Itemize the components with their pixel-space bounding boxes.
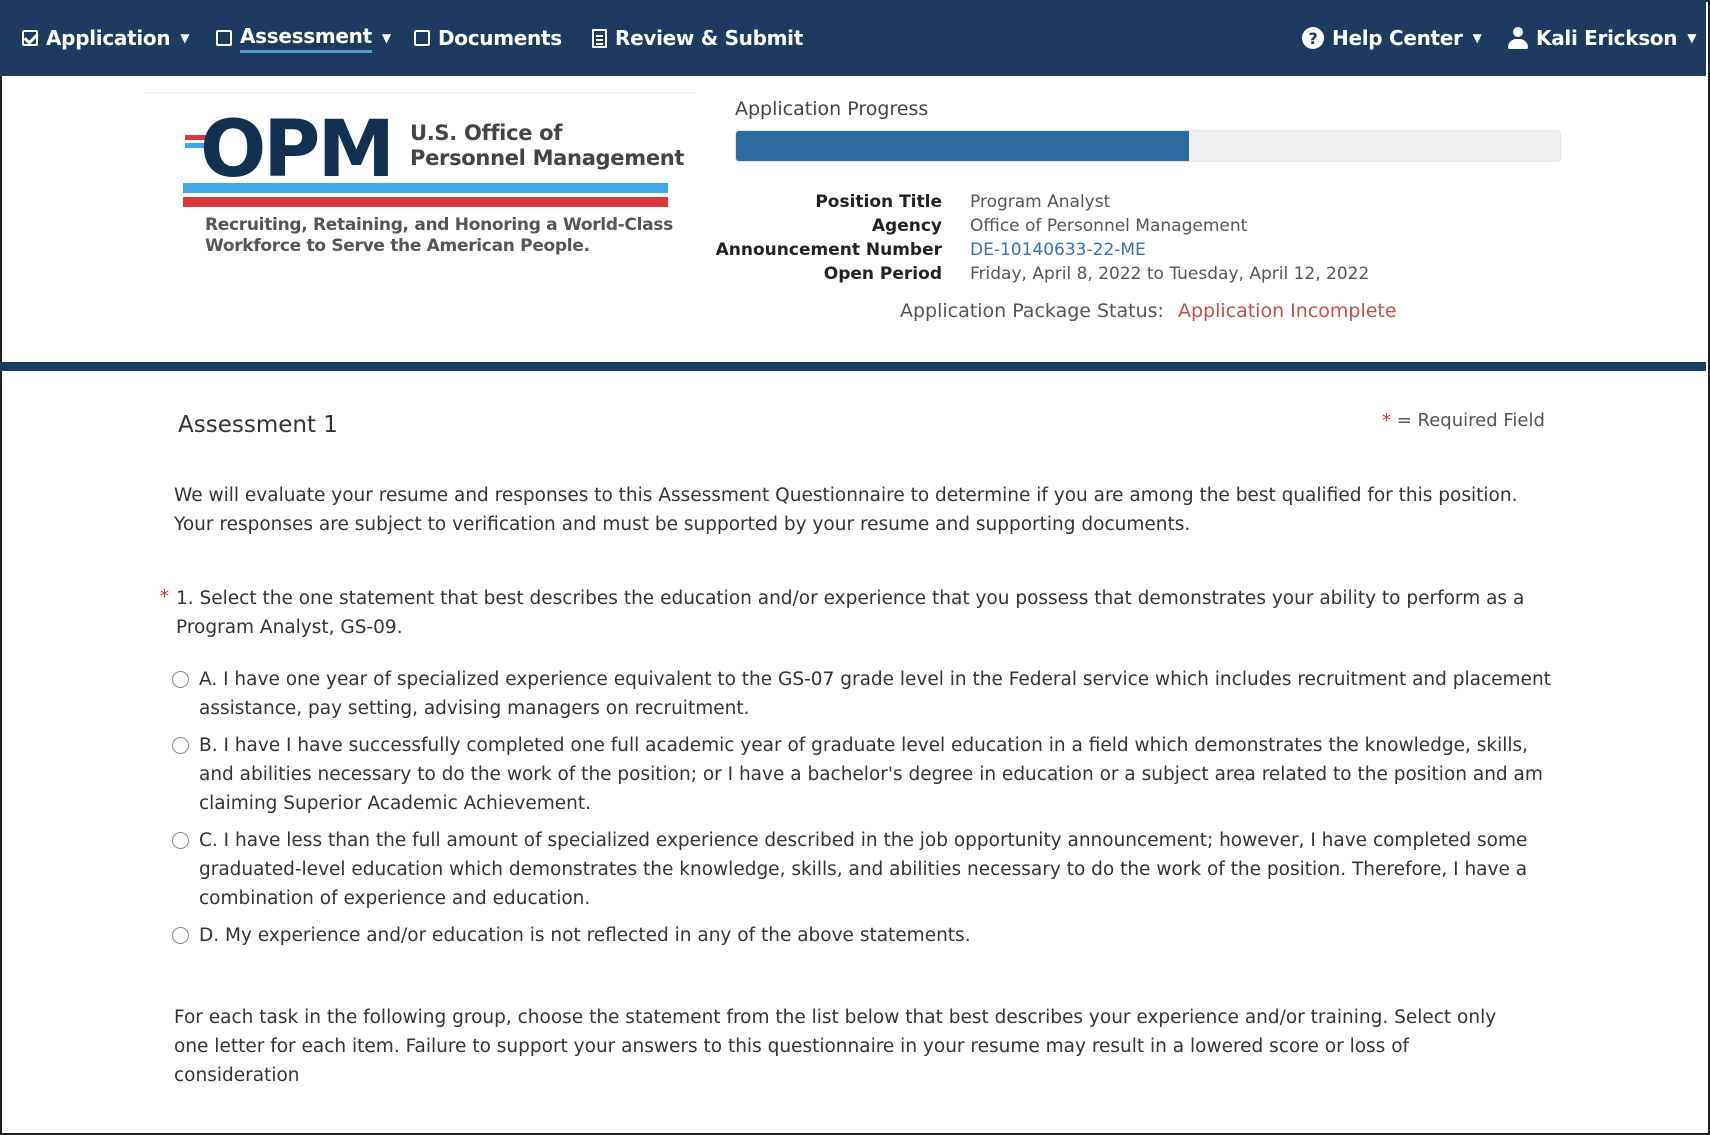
position-title-value: Program Analyst bbox=[970, 192, 1111, 212]
required-field-note: * = Required Field bbox=[1382, 410, 1545, 431]
nav-documents[interactable]: Documents bbox=[414, 22, 562, 54]
progress-label: Application Progress bbox=[735, 98, 929, 120]
option-b[interactable]: B. I have I have successfully completed … bbox=[172, 731, 1552, 818]
section-divider bbox=[0, 362, 1706, 371]
question-1-line1: 1. Select the one statement that best de… bbox=[176, 588, 1525, 609]
option-c-label: C. I have less than the full amount of s… bbox=[199, 830, 1528, 909]
logo-mark: OPM bbox=[200, 105, 395, 195]
checkbox-icon bbox=[414, 30, 430, 46]
question-required-star: * bbox=[160, 586, 169, 607]
nav-review-submit[interactable]: Review & Submit bbox=[592, 22, 803, 54]
nav-help-center[interactable]: ? Help Center ▼ bbox=[1302, 22, 1482, 54]
info-row-announcement: Announcement Number DE-10140633-22-ME bbox=[700, 238, 1500, 262]
tagline-line2: Workforce to Serve the American People. bbox=[205, 236, 590, 256]
user-icon bbox=[1508, 27, 1528, 49]
intro-line1: We will evaluate your resume and respons… bbox=[174, 485, 1518, 506]
progress-bar bbox=[735, 130, 1561, 162]
nav-documents-label: Documents bbox=[438, 26, 562, 50]
caret-down-icon: ▼ bbox=[1472, 31, 1482, 45]
info-row-agency: Agency Office of Personnel Management bbox=[700, 214, 1500, 238]
top-nav: Application ▼ Assessment ▼ Documents Rev… bbox=[0, 0, 1706, 76]
logo-red-stripe bbox=[183, 197, 668, 207]
status-value: Application Incomplete bbox=[1177, 300, 1397, 322]
required-star: * bbox=[1382, 410, 1391, 431]
option-d-label: D. My experience and/or education is not… bbox=[199, 925, 971, 946]
logo-org-name: U.S. Office of Personnel Management bbox=[410, 121, 684, 171]
checkbox-checked-icon bbox=[22, 30, 38, 46]
agency-value: Office of Personnel Management bbox=[970, 216, 1248, 236]
option-c[interactable]: C. I have less than the full amount of s… bbox=[172, 826, 1552, 913]
progress-fill bbox=[736, 131, 1190, 161]
caret-down-icon: ▼ bbox=[381, 31, 391, 45]
nav-application-label: Application bbox=[46, 26, 171, 50]
intro-paragraph: We will evaluate your resume and respons… bbox=[174, 481, 1574, 539]
required-text: = Required Field bbox=[1396, 410, 1545, 431]
nav-user-menu[interactable]: Kali Erickson ▼ bbox=[1508, 22, 1696, 54]
task-intro-paragraph: For each task in the following group, ch… bbox=[174, 1007, 1497, 1086]
document-icon bbox=[592, 28, 607, 48]
radio-b[interactable] bbox=[172, 737, 189, 754]
nav-assessment[interactable]: Assessment ▼ bbox=[216, 22, 391, 54]
logo-line2: Personnel Management bbox=[410, 146, 685, 170]
checkbox-icon bbox=[216, 30, 232, 46]
option-d[interactable]: D. My experience and/or education is not… bbox=[172, 921, 1552, 950]
nav-help-label: Help Center bbox=[1332, 26, 1463, 50]
logo-blue-stripe bbox=[183, 183, 668, 193]
tagline-line1: Recruiting, Retaining, and Honoring a Wo… bbox=[205, 215, 673, 235]
intro-line2: Your responses are subject to verificati… bbox=[174, 514, 1191, 535]
caret-down-icon: ▼ bbox=[180, 31, 190, 45]
position-title-label: Position Title bbox=[815, 192, 942, 212]
assessment-title: Assessment 1 bbox=[178, 412, 338, 438]
agency-label: Agency bbox=[871, 216, 942, 236]
nav-assessment-label: Assessment bbox=[240, 24, 372, 53]
caret-down-icon: ▼ bbox=[1687, 31, 1697, 45]
announcement-link[interactable]: DE-10140633-22-ME bbox=[970, 240, 1146, 260]
package-status: Application Package Status: Application I… bbox=[900, 300, 1397, 322]
nav-user-label: Kali Erickson bbox=[1536, 26, 1678, 50]
nav-application[interactable]: Application ▼ bbox=[22, 22, 190, 54]
position-info: Position Title Program Analyst Agency Of… bbox=[700, 190, 1500, 286]
info-row-open-period: Open Period Friday, April 8, 2022 to Tue… bbox=[700, 262, 1500, 286]
question-1-text: 1. Select the one statement that best de… bbox=[176, 584, 1576, 642]
radio-a[interactable] bbox=[172, 671, 189, 688]
option-a[interactable]: A. I have one year of specialized experi… bbox=[172, 665, 1552, 723]
logo-line1: U.S. Office of bbox=[410, 121, 563, 145]
question-1-line2: Program Analyst, GS-09. bbox=[176, 617, 403, 638]
status-label: Application Package Status: bbox=[900, 300, 1164, 322]
option-a-label: A. I have one year of specialized experi… bbox=[199, 669, 1551, 719]
nav-review-label: Review & Submit bbox=[615, 26, 803, 50]
opm-logo: OPM U.S. Office of Personnel Management … bbox=[145, 92, 695, 263]
open-period-value: Friday, April 8, 2022 to Tuesday, April … bbox=[970, 264, 1370, 284]
option-b-label: B. I have I have successfully completed … bbox=[199, 735, 1543, 814]
radio-d[interactable] bbox=[172, 927, 189, 944]
question-circle-icon: ? bbox=[1302, 27, 1324, 49]
info-row-position: Position Title Program Analyst bbox=[700, 190, 1500, 214]
logo-tagline: Recruiting, Retaining, and Honoring a Wo… bbox=[205, 215, 673, 257]
radio-c[interactable] bbox=[172, 832, 189, 849]
open-period-label: Open Period bbox=[823, 264, 942, 284]
announcement-label: Announcement Number bbox=[715, 240, 942, 260]
